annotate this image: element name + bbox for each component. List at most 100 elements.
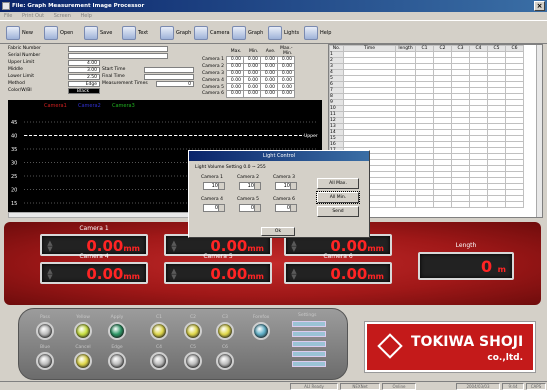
serial-number-field[interactable] bbox=[68, 53, 168, 59]
length-label: Length bbox=[455, 242, 477, 249]
camera-unit: mm bbox=[247, 272, 264, 281]
status-network: NEXNet bbox=[340, 383, 380, 390]
method-field[interactable]: Edge bbox=[68, 81, 100, 87]
open-button[interactable]: Open bbox=[44, 24, 73, 42]
status-lamp-0 bbox=[36, 322, 54, 340]
new-button[interactable]: New bbox=[6, 24, 33, 42]
lamp-label-7: Blue bbox=[40, 345, 50, 350]
graph-icon bbox=[160, 26, 174, 40]
camera-4-spinner[interactable]: 0 bbox=[203, 204, 225, 212]
logo-name: TOKIWA SHOJI bbox=[411, 334, 524, 350]
status-lamp-3 bbox=[150, 322, 168, 340]
camera-value: 0.00 bbox=[330, 265, 368, 283]
lamp-label-0: Pass bbox=[40, 315, 50, 320]
camera-unit: mm bbox=[123, 272, 140, 281]
upper-limit-field[interactable]: 4.00 bbox=[68, 60, 100, 66]
length-unit: m bbox=[497, 265, 506, 274]
y-tick-label: 30 bbox=[11, 161, 17, 167]
window-title: File: Graph Measurement Image Processor bbox=[12, 3, 145, 9]
camera-unit: mm bbox=[123, 244, 140, 253]
all-max-button[interactable]: All Max. bbox=[317, 178, 359, 189]
fabric-number-field[interactable] bbox=[68, 46, 168, 52]
lamp-label-12: C6 bbox=[221, 345, 228, 350]
logo-diamond-icon bbox=[377, 333, 403, 359]
camera-unit: mm bbox=[367, 244, 384, 253]
settings-button-4[interactable] bbox=[292, 351, 326, 357]
y-tick-label: 15 bbox=[11, 201, 17, 207]
status-caps: CAPS bbox=[526, 383, 546, 390]
menu-screen[interactable]: Screen bbox=[50, 12, 75, 20]
status-lamp-4 bbox=[184, 322, 202, 340]
grid-scrollbar[interactable] bbox=[536, 45, 542, 217]
logo-subtitle: co.,ltd. bbox=[487, 353, 523, 363]
menu-print-out[interactable]: Print Out bbox=[18, 12, 48, 20]
middle-field[interactable]: 3.00 bbox=[68, 67, 100, 73]
lights-icon bbox=[268, 26, 282, 40]
lamp-label-9: Edge bbox=[111, 345, 123, 350]
save-icon bbox=[84, 26, 98, 40]
send-button[interactable]: Send bbox=[317, 206, 359, 217]
close-button[interactable]: × bbox=[534, 1, 545, 11]
y-tick-label: 45 bbox=[11, 120, 17, 126]
text-button[interactable]: Text bbox=[122, 24, 148, 42]
menu-file[interactable]: File bbox=[0, 12, 16, 20]
camera-2-spinner[interactable]: 10 bbox=[239, 182, 261, 190]
status-time: 9:44 bbox=[502, 383, 524, 390]
lamp-label-11: C5 bbox=[189, 345, 196, 350]
dialog-title: Light Control bbox=[189, 151, 369, 161]
camera-6-display: ▲ ▼ 0.00mm bbox=[284, 262, 392, 284]
status-lamp-10 bbox=[150, 352, 168, 370]
camera-6-spinner[interactable]: 0 bbox=[275, 204, 297, 212]
status-bar: ALI Ready NEXNet Online 2004/03/03 9:44 … bbox=[0, 381, 547, 390]
lights-button[interactable]: Lights bbox=[268, 24, 299, 42]
settings-button-2[interactable] bbox=[292, 331, 326, 337]
help-button[interactable]: Help bbox=[304, 24, 331, 42]
lamp-label-2: Apply bbox=[110, 315, 124, 320]
camera-3-spinner[interactable]: 10 bbox=[275, 182, 297, 190]
ok-button[interactable]: Ok bbox=[261, 227, 295, 236]
dialog-subtitle: Light Volume Setting 0.0 ~ 255 bbox=[195, 165, 266, 170]
status-ready: ALI Ready bbox=[290, 383, 338, 390]
settings-button-5[interactable] bbox=[292, 361, 326, 367]
updown-arrow-icon: ▲ ▼ bbox=[47, 267, 53, 281]
lamp-label-10: C4 bbox=[155, 345, 162, 350]
table-row: Camera 3 0.00 0.00 0.00 0.00 bbox=[200, 69, 295, 78]
start-time-field[interactable] bbox=[144, 67, 194, 73]
camera-5-spinner[interactable]: 0 bbox=[239, 204, 261, 212]
settings-button-1[interactable] bbox=[292, 321, 326, 327]
settings-buttons: Settings bbox=[286, 313, 334, 375]
graph2-button[interactable]: Graph bbox=[232, 24, 263, 42]
legend-entry: Camera2 bbox=[78, 103, 101, 109]
status-lamp-11 bbox=[184, 352, 202, 370]
final-time-field[interactable] bbox=[144, 74, 194, 80]
table-row: Camera 6 0.00 0.00 0.00 0.00 bbox=[200, 89, 295, 98]
updown-arrow-icon: ▲ ▼ bbox=[291, 239, 297, 253]
new-icon bbox=[6, 26, 20, 40]
measurement-times-field[interactable]: 0 bbox=[156, 81, 194, 87]
camera-4-label: Camera 4 bbox=[79, 253, 109, 260]
text-icon bbox=[122, 26, 136, 40]
camera-1-label: Camera 1 bbox=[79, 225, 109, 232]
status-lamp-12 bbox=[216, 352, 234, 370]
camera-button[interactable]: Camera bbox=[194, 24, 230, 42]
menu-help[interactable]: Help bbox=[77, 12, 96, 20]
app-icon bbox=[2, 2, 10, 10]
camera-1-spinner[interactable]: 10 bbox=[203, 182, 225, 190]
y-tick-label: 20 bbox=[11, 188, 17, 194]
status-lamp-9 bbox=[108, 352, 126, 370]
save-button[interactable]: Save bbox=[84, 24, 112, 42]
graph-button[interactable]: Graph bbox=[160, 24, 191, 42]
updown-arrow-icon: ▲ ▼ bbox=[47, 239, 53, 253]
color-field[interactable]: Black bbox=[68, 88, 100, 94]
lower-limit-field[interactable]: 2.50 bbox=[68, 74, 100, 80]
status-lamp-5 bbox=[216, 322, 234, 340]
camera-value: 0.00 bbox=[210, 265, 248, 283]
settings-button-3[interactable] bbox=[292, 341, 326, 347]
lamp-label-3: C1 bbox=[155, 315, 162, 320]
camera-icon bbox=[194, 26, 208, 40]
camera-unit: mm bbox=[247, 244, 264, 253]
status-lamp-1 bbox=[74, 322, 92, 340]
open-folder-icon bbox=[44, 26, 58, 40]
lamp-label-5: C3 bbox=[221, 315, 228, 320]
all-min-button[interactable]: All Min. bbox=[316, 191, 360, 204]
